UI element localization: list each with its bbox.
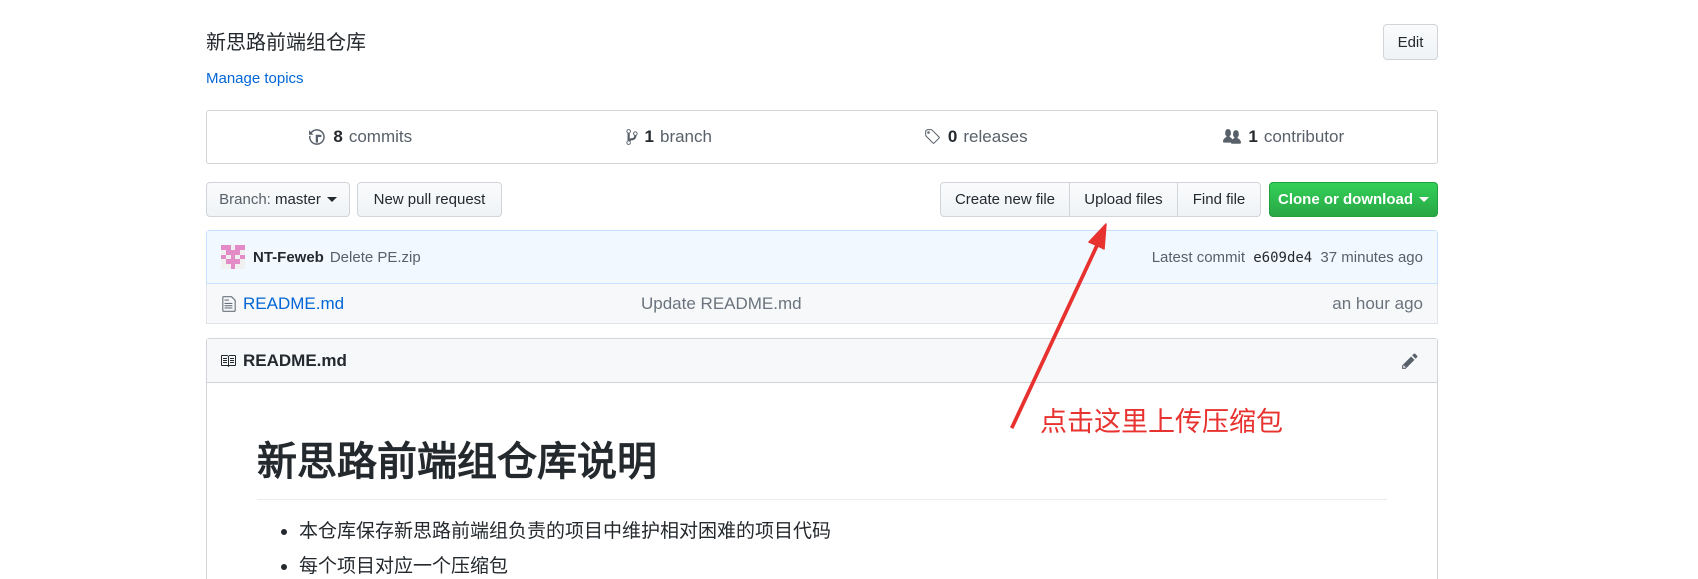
chevron-down-icon <box>1419 197 1429 202</box>
repo-page: 新思路前端组仓库 Manage topics Edit 8 commits 1 … <box>0 0 1698 579</box>
commits-count: 8 <box>333 127 343 146</box>
table-row: README.md Update README.md an hour ago <box>206 284 1438 324</box>
history-icon <box>309 129 326 145</box>
edit-button[interactable]: Edit <box>1383 24 1438 60</box>
commit-message[interactable]: Delete PE.zip <box>330 249 421 266</box>
commit-tease: NT-Feweb Delete PE.zip Latest commit e60… <box>207 231 1437 284</box>
file-icon <box>222 295 236 312</box>
file-commit-message[interactable]: Update README.md <box>641 294 802 314</box>
latest-commit-label: Latest commit <box>1151 248 1246 266</box>
readme-header: README.md <box>207 339 1437 383</box>
file-list: NT-Feweb Delete PE.zip Latest commit e60… <box>206 230 1438 324</box>
commit-meta: Latest commit e609de4 37 minutes ago <box>1152 249 1423 266</box>
branch-name: master <box>275 191 321 208</box>
branch-prefix: Branch: <box>219 191 271 208</box>
file-age: an hour ago <box>1332 293 1423 313</box>
find-file-button[interactable]: Find file <box>1177 182 1261 217</box>
readme-box: README.md 新思路前端组仓库说明 本仓库保存新思路前端组负责的项目中维护… <box>206 338 1438 579</box>
releases-count: 0 <box>947 127 958 146</box>
numbers-summary: 8 commits 1 branch 0 releases 1 contribu… <box>206 110 1438 164</box>
upload-files-button[interactable]: Upload files <box>1069 182 1178 217</box>
clone-label: Clone or download <box>1278 191 1413 208</box>
readme-filename: README.md <box>243 350 347 370</box>
people-icon <box>1223 129 1242 144</box>
commit-author[interactable]: NT-Feweb <box>253 249 324 266</box>
new-pull-request-button[interactable]: New pull request <box>357 182 502 217</box>
branches-count: 1 <box>644 127 654 146</box>
annotation-text: 点击这里上传压缩包 <box>1040 407 1283 438</box>
list-item: 本仓库保存新思路前端组负责的项目中维护相对困难的项目代码 <box>299 514 1387 549</box>
pencil-icon[interactable] <box>1401 352 1419 370</box>
file-name-link[interactable]: README.md <box>243 294 344 314</box>
commit-age: 37 minutes ago <box>1320 248 1423 266</box>
readme-heading: 新思路前端组仓库说明 <box>257 429 1387 500</box>
branches-label: branch <box>659 127 712 146</box>
releases-label: releases <box>963 127 1028 146</box>
create-new-file-button[interactable]: Create new file <box>940 182 1070 217</box>
commit-sha[interactable]: e609de4 <box>1253 250 1312 266</box>
commits-summary[interactable]: 8 commits <box>207 111 515 163</box>
contributors-count: 1 <box>1248 127 1258 146</box>
manage-topics-link[interactable]: Manage topics <box>206 70 304 87</box>
book-icon <box>221 354 236 367</box>
git-branch-icon <box>625 129 638 145</box>
chevron-down-icon <box>326 197 337 202</box>
avatar[interactable] <box>221 245 245 269</box>
repo-description: 新思路前端组仓库 <box>206 30 366 54</box>
releases-summary[interactable]: 0 releases <box>822 111 1130 163</box>
branches-summary[interactable]: 1 branch <box>515 111 823 163</box>
readme-list: 本仓库保存新思路前端组负责的项目中维护相对困难的项目代码 每个项目对应一个压缩包 <box>257 514 1387 579</box>
list-item: 每个项目对应一个压缩包 <box>299 549 1387 579</box>
branch-select-button[interactable]: Branch: master <box>206 182 350 217</box>
clone-or-download-button[interactable]: Clone or download <box>1269 182 1438 217</box>
contributors-label: contributor <box>1263 127 1345 146</box>
readme-body: 新思路前端组仓库说明 本仓库保存新思路前端组负责的项目中维护相对困难的项目代码 … <box>207 429 1437 579</box>
contributors-summary[interactable]: 1 contributor <box>1130 111 1438 163</box>
commits-label: commits <box>348 127 413 146</box>
tag-icon <box>925 129 940 144</box>
